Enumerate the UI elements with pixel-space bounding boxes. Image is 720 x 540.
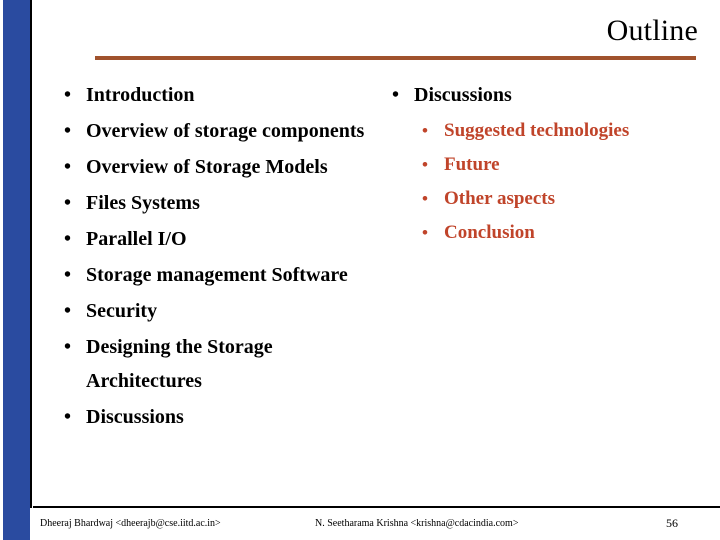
list-item: • Parallel I/O <box>58 222 388 256</box>
footer: Dheeraj Bhardwaj <dheerajb@cse.iitd.ac.i… <box>33 508 720 540</box>
list-item-label: Overview of storage components <box>86 120 365 142</box>
footer-author-center: N. Seetharama Krishna <krishna@cdacindia… <box>315 518 519 529</box>
bullet-icon: • <box>64 406 72 428</box>
left-bullet-list: • Introduction • Overview of storage com… <box>58 78 388 434</box>
list-item: • Storage management Software <box>58 258 388 292</box>
list-item: • Files Systems <box>58 186 388 220</box>
list-item-label: Discussions <box>86 406 184 428</box>
list-item-label: Introduction <box>86 84 195 106</box>
bullet-icon: • <box>392 84 400 106</box>
footer-author-left: Dheeraj Bhardwaj <dheerajb@cse.iitd.ac.i… <box>40 518 221 529</box>
list-item: • Designing the Storage Architectures <box>58 330 388 398</box>
bullet-icon: • <box>64 120 72 142</box>
sub-list-item: • Conclusion <box>422 216 706 250</box>
sub-list-item-label: Future <box>444 154 500 175</box>
bullet-icon: • <box>64 264 72 286</box>
list-item-label: Storage management Software <box>86 264 348 286</box>
bullet-icon: • <box>64 336 72 358</box>
outline-right-column: • Discussions • Suggested technologies •… <box>386 78 706 250</box>
sub-list-item-label: Other aspects <box>444 188 555 209</box>
title-divider-rule <box>95 56 696 60</box>
bullet-icon: • <box>422 189 428 208</box>
list-item-label: Parallel I/O <box>86 228 187 250</box>
list-item: • Overview of storage components <box>58 114 388 148</box>
slide: Outline • Introduction • Overview of sto… <box>0 0 720 540</box>
sub-list-item: • Suggested technologies <box>422 114 706 148</box>
sidebar-edge-line <box>30 0 32 508</box>
bullet-icon: • <box>64 300 72 322</box>
slide-number: 56 <box>666 516 678 530</box>
list-item: • Overview of Storage Models <box>58 150 388 184</box>
list-item-label: Designing the Storage Architectures <box>86 336 273 392</box>
bullet-icon: • <box>422 155 428 174</box>
sub-list-item-label: Suggested technologies <box>444 120 630 141</box>
sidebar-decoration-bar <box>3 0 30 540</box>
list-item-label: Overview of Storage Models <box>86 156 328 178</box>
bullet-icon: • <box>64 228 72 250</box>
sub-list-item: • Future <box>422 148 706 182</box>
bullet-icon: • <box>64 84 72 106</box>
list-item: • Discussions <box>386 78 706 112</box>
bullet-icon: • <box>422 121 428 140</box>
right-sub-bullet-list: • Suggested technologies • Future • Othe… <box>386 114 706 250</box>
list-item: • Security <box>58 294 388 328</box>
sub-list-item: • Other aspects <box>422 182 706 216</box>
outline-left-column: • Introduction • Overview of storage com… <box>58 78 388 436</box>
list-item: • Introduction <box>58 78 388 112</box>
list-item-label: Security <box>86 300 158 322</box>
list-item: • Discussions <box>58 400 388 434</box>
sub-list-item-label: Conclusion <box>444 222 535 243</box>
list-item-label: Discussions <box>414 84 512 106</box>
list-item-label: Files Systems <box>86 192 200 214</box>
bullet-icon: • <box>64 156 72 178</box>
bullet-icon: • <box>422 223 428 242</box>
right-bullet-list: • Discussions <box>386 78 706 112</box>
page-title: Outline <box>606 14 698 47</box>
bullet-icon: • <box>64 192 72 214</box>
